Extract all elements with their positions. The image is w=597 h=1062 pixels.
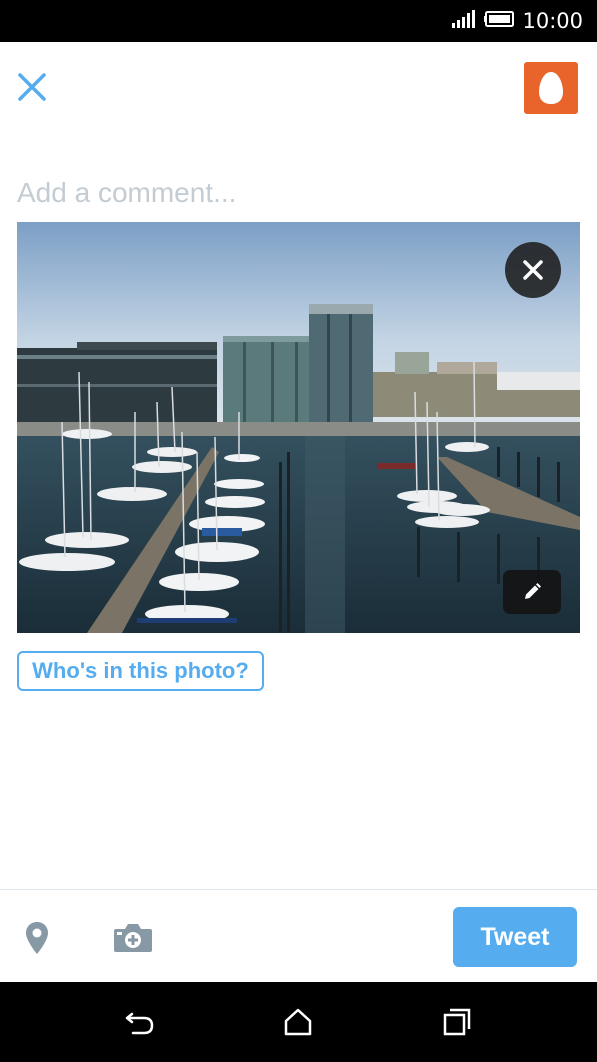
navigation-bar xyxy=(0,982,597,1062)
recents-icon xyxy=(443,1008,471,1036)
battery-full-icon xyxy=(484,10,515,32)
camera-plus-icon xyxy=(114,924,152,952)
harbor-marina-photo xyxy=(17,222,580,633)
compose-toolbar: Tweet xyxy=(0,889,597,982)
status-indicators: 10:00 xyxy=(452,0,583,42)
status-bar: 10:00 xyxy=(0,0,597,42)
home-button[interactable] xyxy=(278,1002,318,1042)
compose-tweet-screen: 10:00 Add a comment... Who's in this pho… xyxy=(0,0,597,1062)
signal-icon xyxy=(452,9,476,33)
avatar[interactable] xyxy=(524,62,578,114)
egg-avatar-icon xyxy=(539,72,563,104)
recents-button[interactable] xyxy=(437,1002,477,1042)
pencil-icon xyxy=(525,583,541,599)
remove-photo-button[interactable] xyxy=(505,242,561,298)
close-icon xyxy=(18,73,46,101)
edit-photo-button[interactable] xyxy=(503,570,561,614)
comment-input[interactable] xyxy=(17,170,577,216)
location-pin-icon xyxy=(26,922,48,954)
add-photo-button[interactable] xyxy=(110,918,156,958)
back-icon xyxy=(125,1012,154,1035)
add-location-button[interactable] xyxy=(20,918,54,958)
tag-people-button[interactable]: Who's in this photo? xyxy=(17,651,264,691)
close-compose-button[interactable] xyxy=(12,64,52,110)
status-time: 10:00 xyxy=(522,9,583,33)
close-icon xyxy=(523,260,543,280)
back-button[interactable] xyxy=(120,1002,160,1042)
home-icon xyxy=(284,1008,312,1036)
tweet-button[interactable]: Tweet xyxy=(453,907,577,967)
